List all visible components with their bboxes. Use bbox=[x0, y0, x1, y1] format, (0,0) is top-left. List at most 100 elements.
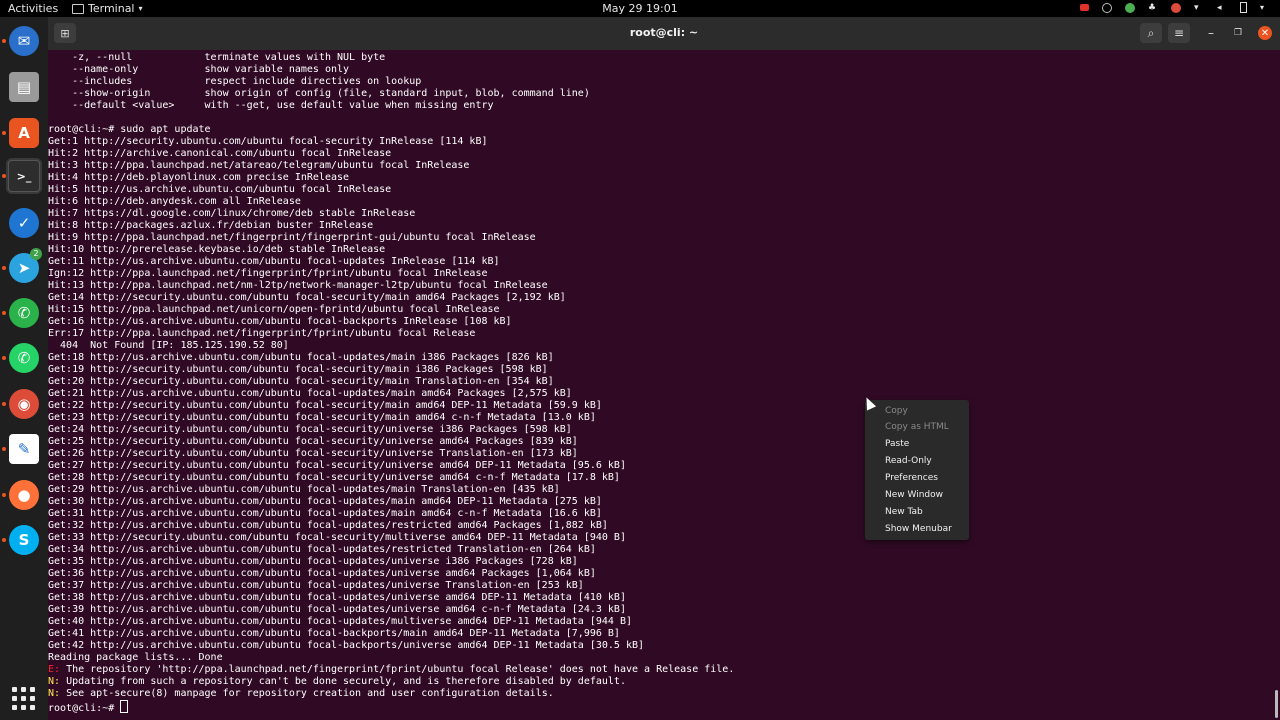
chevron-down-icon: ▾ bbox=[138, 4, 143, 13]
terminal-line: E: The repository 'http://ppa.launchpad.… bbox=[48, 664, 734, 676]
battery-icon[interactable] bbox=[1240, 2, 1247, 13]
maximize-icon: ❐ bbox=[1233, 28, 1243, 38]
terminal-line: Get:33 http://security.ubuntu.com/ubuntu… bbox=[48, 532, 626, 543]
activities-button[interactable]: Activities bbox=[8, 2, 58, 15]
new-tab-icon: ⊞ bbox=[60, 26, 70, 40]
terminal-line: Hit:3 http://ppa.launchpad.net/atareao/t… bbox=[48, 160, 470, 171]
apps-grid-dot bbox=[30, 705, 35, 710]
terminal-line: --name-only show variable names only bbox=[48, 64, 350, 75]
terminal-line: Hit:2 http://archive.canonical.com/ubunt… bbox=[48, 148, 392, 159]
menu-item-preferences[interactable]: Preferences bbox=[885, 471, 938, 485]
chevron-down-icon[interactable]: ▾ bbox=[1260, 3, 1270, 13]
dock-item-telegram[interactable]: ➤ 2 bbox=[2, 248, 42, 286]
terminal-line: Get:23 http://security.ubuntu.com/ubuntu… bbox=[48, 412, 596, 423]
dock-item-firefox[interactable]: ● bbox=[2, 477, 42, 513]
dock-item-text-editor[interactable]: ✎ bbox=[2, 431, 42, 467]
app-menu[interactable]: Terminal ▾ bbox=[72, 2, 143, 15]
menu-item-read-only[interactable]: Read-Only bbox=[885, 454, 932, 468]
minimize-button[interactable]: – bbox=[1200, 23, 1222, 43]
terminal-line: Hit:10 http://prerelease.keybase.io/deb … bbox=[48, 244, 386, 255]
whatsapp-icon: ✆ bbox=[9, 298, 39, 328]
app-menu-label: Terminal bbox=[88, 2, 135, 15]
hamburger-menu-icon: ≡ bbox=[1173, 26, 1185, 40]
running-indicator bbox=[2, 39, 6, 43]
terminal-line: Hit:9 http://ppa.launchpad.net/fingerpri… bbox=[48, 232, 536, 243]
terminal-line: Get:37 http://us.archive.ubuntu.com/ubun… bbox=[48, 580, 584, 591]
dock-item-terminal[interactable]: >_ bbox=[2, 158, 42, 194]
search-icon: ⌕ bbox=[1147, 25, 1155, 40]
running-indicator bbox=[2, 311, 6, 315]
dock-item-whatsapp[interactable]: ✆ bbox=[2, 295, 42, 331]
text-cursor bbox=[120, 700, 129, 713]
whatsapp-icon: ✆ bbox=[9, 343, 39, 373]
menu-item-copy-as-html: Copy as HTML bbox=[885, 422, 949, 432]
terminal-line-text: See apt-secure(8) manpage for repository… bbox=[60, 688, 554, 699]
running-indicator bbox=[2, 402, 6, 406]
terminal-line: Reading package lists... Done bbox=[48, 652, 223, 663]
volume-icon[interactable]: ◂ bbox=[1217, 3, 1227, 13]
terminal-line: Get:14 http://security.ubuntu.com/ubuntu… bbox=[48, 292, 566, 303]
dock-item-chrome[interactable]: ◉ bbox=[2, 386, 42, 422]
terminal-line: Get:22 http://security.ubuntu.com/ubuntu… bbox=[48, 400, 602, 411]
terminal-text: -z, --null terminate values with NUL byt… bbox=[48, 52, 734, 714]
notification-icon[interactable]: ♣ bbox=[1148, 3, 1158, 13]
terminal-line: Get:16 http://us.archive.ubuntu.com/ubun… bbox=[48, 316, 512, 327]
system-tray[interactable]: ♣ ▾ ◂ ▾ bbox=[1080, 2, 1270, 13]
terminal-line: Get:30 http://us.archive.ubuntu.com/ubun… bbox=[48, 496, 602, 507]
context-menu: Copy Copy as HTML Paste Read-Only Preference… bbox=[865, 400, 969, 540]
running-indicator bbox=[2, 131, 6, 135]
new-tab-button[interactable]: ⊞ bbox=[54, 23, 76, 43]
whatsapp-icon[interactable] bbox=[1102, 2, 1112, 13]
terminal-line: Get:27 http://security.ubuntu.com/ubuntu… bbox=[48, 460, 626, 471]
firefox-icon: ● bbox=[9, 480, 39, 510]
terminal-line: Get:11 http://us.archive.ubuntu.com/ubun… bbox=[48, 256, 500, 267]
terminal-line: Get:42 http://us.archive.ubuntu.com/ubun… bbox=[48, 640, 645, 651]
terminal-line: N: See apt-secure(8) manpage for reposit… bbox=[48, 688, 734, 700]
terminal-line: N: Updating from such a repository can't… bbox=[48, 676, 734, 688]
apps-grid-dot bbox=[12, 696, 17, 701]
terminal-line: Get:29 http://us.archive.ubuntu.com/ubun… bbox=[48, 484, 560, 495]
menu-item-new-tab[interactable]: New Tab bbox=[885, 505, 923, 519]
dock-item-whatsapp[interactable]: ✆ bbox=[2, 340, 42, 376]
menu-item-show-menubar[interactable]: Show Menubar bbox=[885, 522, 952, 536]
dock-item-software[interactable]: A bbox=[2, 115, 42, 151]
terminal-line: --default <value> with --get, use defaul… bbox=[48, 100, 494, 111]
terminal-output[interactable]: -z, --null terminate values with NUL byt… bbox=[48, 50, 1280, 720]
minimize-icon: – bbox=[1208, 26, 1214, 40]
terminal-icon bbox=[72, 3, 84, 14]
apps-grid-dot bbox=[21, 696, 26, 701]
terminal-line: -z, --null terminate values with NUL byt… bbox=[48, 52, 386, 63]
apps-grid-dot bbox=[30, 696, 35, 701]
menu-item-paste[interactable]: Paste bbox=[885, 437, 909, 451]
maximize-button[interactable]: ❐ bbox=[1227, 23, 1249, 43]
search-button[interactable]: ⌕ bbox=[1140, 23, 1162, 43]
window-titlebar[interactable]: ⊞ root@cli: ~ ⌕ ≡ – ❐ ✕ bbox=[48, 17, 1280, 50]
top-bar: Activities Terminal ▾ May 29 19:01 ♣ ▾ ◂… bbox=[0, 0, 1280, 17]
chrome-icon: ◉ bbox=[9, 389, 39, 419]
scrollbar[interactable] bbox=[1275, 690, 1278, 718]
terminal-line: root@cli:~# sudo apt update bbox=[48, 124, 211, 135]
terminal-line: Get:21 http://us.archive.ubuntu.com/ubun… bbox=[48, 388, 572, 399]
notification-badge: 2 bbox=[30, 248, 42, 260]
camera-icon[interactable] bbox=[1080, 4, 1089, 11]
dock-item-files[interactable]: ▤ bbox=[6, 69, 42, 105]
terminal-line: Hit:5 http://us.archive.ubuntu.com/ubunt… bbox=[48, 184, 392, 195]
apps-grid-dot bbox=[12, 705, 17, 710]
terminal-line: Get:32 http://us.archive.ubuntu.com/ubun… bbox=[48, 520, 608, 531]
apps-grid-icon[interactable] bbox=[12, 687, 36, 711]
running-indicator bbox=[2, 538, 6, 542]
terminal-line: Hit:8 http://packages.azlux.fr/debian bu… bbox=[48, 220, 374, 231]
vpn-icon[interactable] bbox=[1125, 2, 1135, 13]
terminal-prompt[interactable]: root@cli:~# bbox=[48, 700, 734, 714]
close-button[interactable]: ✕ bbox=[1254, 23, 1276, 43]
terminal-line: Get:36 http://us.archive.ubuntu.com/ubun… bbox=[48, 568, 596, 579]
dock-item-browser[interactable]: ✓ bbox=[6, 205, 42, 241]
wifi-icon[interactable]: ▾ bbox=[1194, 3, 1204, 13]
menu-item-new-window[interactable]: New Window bbox=[885, 488, 943, 502]
notice-prefix: N: bbox=[48, 676, 61, 687]
dock-item-skype[interactable]: S bbox=[2, 522, 42, 558]
hamburger-menu-button[interactable]: ≡ bbox=[1168, 23, 1190, 43]
dock-item-thunderbird[interactable]: ✉ bbox=[2, 23, 42, 59]
chrome-icon[interactable] bbox=[1171, 2, 1181, 13]
close-icon: ✕ bbox=[1258, 26, 1272, 40]
